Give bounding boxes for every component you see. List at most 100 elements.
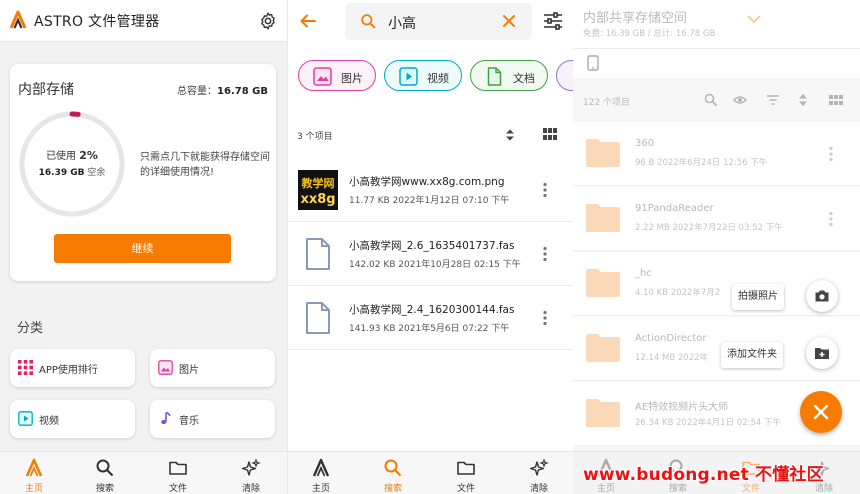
close-icon xyxy=(813,404,829,420)
device-path-bar xyxy=(573,48,860,78)
video-icon xyxy=(399,67,418,86)
filter-chip-videos[interactable]: 视频 xyxy=(384,60,462,91)
folder-name: AE特效视频片头大师 xyxy=(635,402,729,413)
back-arrow-icon[interactable] xyxy=(298,11,318,31)
fab-close-button[interactable] xyxy=(800,391,842,433)
chip-label: 图片 xyxy=(341,72,363,85)
more-options-icon[interactable] xyxy=(828,211,834,227)
home-logo-icon xyxy=(312,458,330,477)
used-percent: 2% xyxy=(79,149,98,162)
total-capacity-label: 总容量： xyxy=(177,86,218,97)
filter-list-icon[interactable] xyxy=(766,93,780,107)
chevron-down-icon[interactable] xyxy=(747,14,761,24)
nav-clean[interactable]: 清除 xyxy=(509,452,569,494)
nav-files[interactable]: 文件 xyxy=(436,452,496,494)
search-header: 小高 xyxy=(288,0,573,42)
grid-view-icon[interactable] xyxy=(829,93,843,107)
settings-gear-icon[interactable] xyxy=(258,11,278,31)
chip-label: 文档 xyxy=(513,72,535,85)
folder-meta: 26.34 KB 2022年4月1日 02:54 下午 xyxy=(635,418,781,428)
nav-home[interactable]: 主页 xyxy=(291,452,351,494)
storage-card-title: 内部存储 xyxy=(18,82,74,98)
storage-location-title[interactable]: 内部共享存储空间 xyxy=(583,7,687,26)
file-row[interactable]: 小高教学网_2.6_1635401737.fas 142.02 KB 2021年… xyxy=(288,222,573,286)
take-photo-label[interactable]: 拍摄照片 xyxy=(732,284,784,310)
add-folder-label[interactable]: 添加文件夹 xyxy=(721,342,783,368)
file-row[interactable]: 小高教学网_2.4_1620300144.fas 141.93 KB 2021年… xyxy=(288,286,573,350)
free-label: 空余 xyxy=(87,168,106,178)
clear-close-icon[interactable] xyxy=(501,13,517,29)
folder-icon xyxy=(457,461,475,475)
categories-title: 分类 xyxy=(17,321,44,336)
folder-meta: 12.14 MB 2022年 xyxy=(635,353,709,363)
home-logo-icon xyxy=(25,458,43,477)
search-icon xyxy=(96,459,114,477)
add-folder-icon xyxy=(815,348,829,359)
image-thumbnail: 教学网 xx8g xyxy=(298,170,338,210)
file-icon xyxy=(306,302,330,334)
search-icon[interactable] xyxy=(704,93,718,107)
add-folder-button[interactable] xyxy=(806,337,838,369)
nav-home-label: 主页 xyxy=(311,484,330,494)
total-capacity-value: 16.78 GB xyxy=(217,86,268,97)
nav-search[interactable]: 搜索 xyxy=(75,452,135,494)
filter-chip-more[interactable] xyxy=(556,60,573,91)
category-label: 图片 xyxy=(179,365,199,376)
nav-search[interactable]: 搜索 xyxy=(363,452,423,494)
search-input[interactable]: 小高 xyxy=(345,3,532,40)
folder-name: _hc xyxy=(635,268,652,279)
category-music[interactable]: 音乐 xyxy=(150,400,275,438)
phone-device-icon[interactable] xyxy=(587,55,599,71)
category-videos[interactable]: 视频 xyxy=(10,400,135,438)
category-app-ranking[interactable]: APP使用排行 xyxy=(10,349,135,387)
storage-hint: 只需点几下就能获得存储空间的详细使用情况! xyxy=(140,152,270,178)
files-header: 内部共享存储空间 免费: 16.39 GB / 总计: 16.78 GB xyxy=(573,0,860,48)
filter-sliders-icon[interactable] xyxy=(543,12,563,30)
folder-name: ActionDirector xyxy=(635,333,707,344)
more-options-icon[interactable] xyxy=(542,182,548,198)
file-name: 小高教学网_2.4_1620300144.fas xyxy=(349,304,515,316)
folder-icon xyxy=(169,461,187,475)
more-options-icon[interactable] xyxy=(542,246,548,262)
more-options-icon[interactable] xyxy=(828,146,834,162)
music-note-icon xyxy=(161,411,171,425)
file-name: 小高教学网www.xx8g.com.png xyxy=(349,176,505,188)
take-photo-button[interactable] xyxy=(806,280,838,312)
folder-row[interactable]: 91PandaReader 2.22 MB 2022年7月22日 03:52 下… xyxy=(573,187,860,251)
folder-icon xyxy=(586,334,620,362)
continue-button[interactable]: 继续 xyxy=(54,234,231,263)
folder-icon xyxy=(586,204,620,232)
search-query: 小高 xyxy=(388,16,416,32)
filter-chip-images[interactable]: 图片 xyxy=(298,60,376,91)
category-images[interactable]: 图片 xyxy=(150,349,275,387)
sort-icon[interactable] xyxy=(504,129,516,141)
folder-row[interactable]: 360 96 B 2022年6月24日 12:56 下午 xyxy=(573,122,860,186)
folder-icon xyxy=(586,399,620,427)
nav-files[interactable]: 文件 xyxy=(148,452,208,494)
folder-meta: 2.22 MB 2022年7月22日 03:52 下午 xyxy=(635,223,783,233)
total-capacity: 总容量：16.78 GB xyxy=(177,82,268,97)
search-screen: 小高 图片 视频 文档 3 个项目 教学网 xx8g 小高教学网www.xx8g… xyxy=(287,0,573,494)
search-icon xyxy=(384,459,402,477)
thumbnail-text-bottom: xx8g xyxy=(300,192,335,207)
storage-location-subtitle: 免费: 16.39 GB / 总计: 16.78 GB xyxy=(583,29,716,39)
file-row[interactable]: 教学网 xx8g 小高教学网www.xx8g.com.png 11.77 KB … xyxy=(288,158,573,222)
eye-visibility-icon[interactable] xyxy=(733,93,747,107)
file-name: 小高教学网_2.6_1635401737.fas xyxy=(349,240,515,252)
nav-home[interactable]: 主页 xyxy=(4,452,64,494)
folder-name: 91PandaReader xyxy=(635,203,714,214)
folder-meta: 96 B 2022年6月24日 12:56 下午 xyxy=(635,158,768,168)
files-screen: 内部共享存储空间 免费: 16.39 GB / 总计: 16.78 GB 122… xyxy=(573,0,860,494)
nav-files-label: 文件 xyxy=(168,484,187,494)
site-watermark: www.budong.net 不懂社区 xyxy=(583,465,824,485)
sort-icon[interactable] xyxy=(796,93,810,107)
bottom-navigation: 主页 搜索 文件 清除 xyxy=(288,451,573,494)
grid-view-icon[interactable] xyxy=(543,128,557,140)
folder-meta: 4.10 KB 2022年7月2 xyxy=(635,288,721,298)
category-label: 音乐 xyxy=(179,416,199,427)
filter-chip-documents[interactable]: 文档 xyxy=(470,60,548,91)
more-options-icon[interactable] xyxy=(542,310,548,326)
nav-clean[interactable]: 清除 xyxy=(221,452,281,494)
image-icon xyxy=(158,360,173,375)
folder-icon xyxy=(586,269,620,297)
